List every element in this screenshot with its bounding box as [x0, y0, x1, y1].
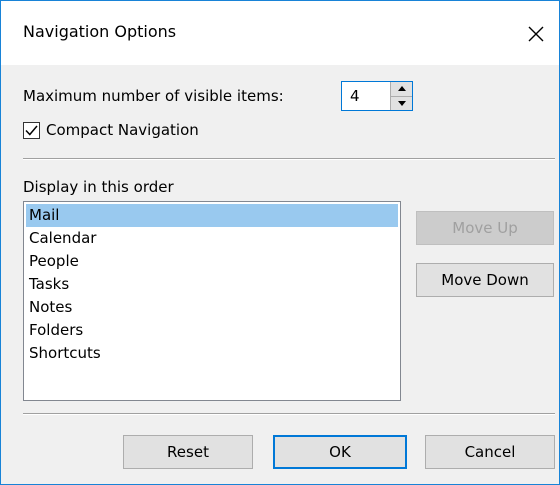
- list-item[interactable]: Shortcuts: [26, 342, 398, 365]
- list-item[interactable]: Folders: [26, 319, 398, 342]
- list-item[interactable]: Notes: [26, 296, 398, 319]
- list-item[interactable]: Mail: [26, 204, 398, 227]
- max-items-label: Maximum number of visible items:: [23, 87, 284, 105]
- cancel-button[interactable]: Cancel: [425, 435, 555, 469]
- checkmark-icon: [25, 125, 38, 136]
- arrow-up-icon: [397, 86, 406, 92]
- spin-down-button[interactable]: [391, 95, 412, 110]
- close-button[interactable]: [513, 11, 559, 57]
- separator-top: [23, 158, 555, 160]
- max-items-value[interactable]: 4: [342, 82, 390, 110]
- compact-navigation-checkbox[interactable]: [23, 121, 40, 139]
- compact-navigation-row[interactable]: Compact Navigation: [23, 119, 199, 141]
- move-up-button[interactable]: Move Up: [416, 211, 554, 245]
- ok-button[interactable]: OK: [273, 435, 407, 469]
- close-icon: [528, 26, 544, 42]
- compact-navigation-label[interactable]: Compact Navigation: [46, 121, 199, 139]
- list-item[interactable]: People: [26, 250, 398, 273]
- arrow-down-icon: [397, 100, 406, 106]
- reset-button[interactable]: Reset: [123, 435, 253, 469]
- spin-up-button[interactable]: [391, 82, 412, 96]
- navigation-options-dialog: Navigation Options Maximum number of vis…: [0, 0, 560, 485]
- spinner-buttons: [390, 82, 412, 110]
- display-order-label: Display in this order: [23, 178, 174, 196]
- dialog-title: Navigation Options: [23, 22, 177, 41]
- display-order-list[interactable]: Mail Calendar People Tasks Notes Folders…: [23, 201, 401, 401]
- list-item[interactable]: Tasks: [26, 273, 398, 296]
- list-item[interactable]: Calendar: [26, 227, 398, 250]
- max-items-spinner[interactable]: 4: [341, 81, 413, 111]
- title-bar: Navigation Options: [1, 1, 559, 65]
- move-down-button[interactable]: Move Down: [416, 263, 554, 297]
- separator-bottom: [23, 413, 555, 415]
- max-items-row: Maximum number of visible items: 4: [23, 81, 413, 111]
